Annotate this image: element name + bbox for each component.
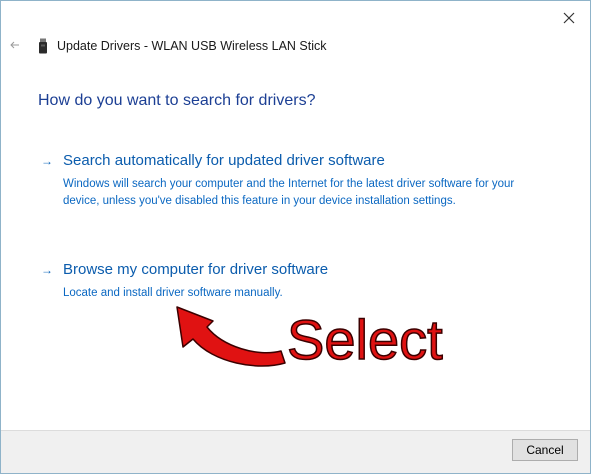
usb-stick-icon: [39, 38, 47, 54]
dialog-title: Update Drivers - WLAN USB Wireless LAN S…: [57, 39, 327, 53]
search-automatically-option[interactable]: → Search automatically for updated drive…: [41, 152, 523, 210]
back-arrow-icon: [10, 41, 19, 49]
browse-computer-title: Browse my computer for driver software: [63, 261, 329, 278]
browse-computer-option[interactable]: → Browse my computer for driver software…: [41, 261, 523, 302]
search-automatically-title: Search automatically for updated driver …: [63, 152, 385, 169]
curved-arrow-icon: [176, 306, 286, 367]
close-button[interactable]: [558, 7, 580, 29]
arrow-right-icon: →: [41, 262, 53, 277]
page-heading: How do you want to search for drivers?: [38, 92, 316, 109]
select-annotation: Select: [286, 308, 443, 371]
browse-computer-description: Locate and install driver software manua…: [63, 287, 283, 299]
arrow-right-icon: →: [41, 153, 53, 168]
cancel-button[interactable]: Cancel: [512, 439, 578, 461]
close-icon: [563, 12, 575, 24]
search-automatically-description: Windows will search your computer and th…: [63, 178, 515, 207]
dialog-footer: Cancel: [1, 430, 590, 473]
back-button[interactable]: [7, 37, 23, 53]
update-drivers-dialog: Update Drivers - WLAN USB Wireless LAN S…: [0, 0, 591, 474]
dialog-title-row: Update Drivers - WLAN USB Wireless LAN S…: [37, 38, 327, 54]
